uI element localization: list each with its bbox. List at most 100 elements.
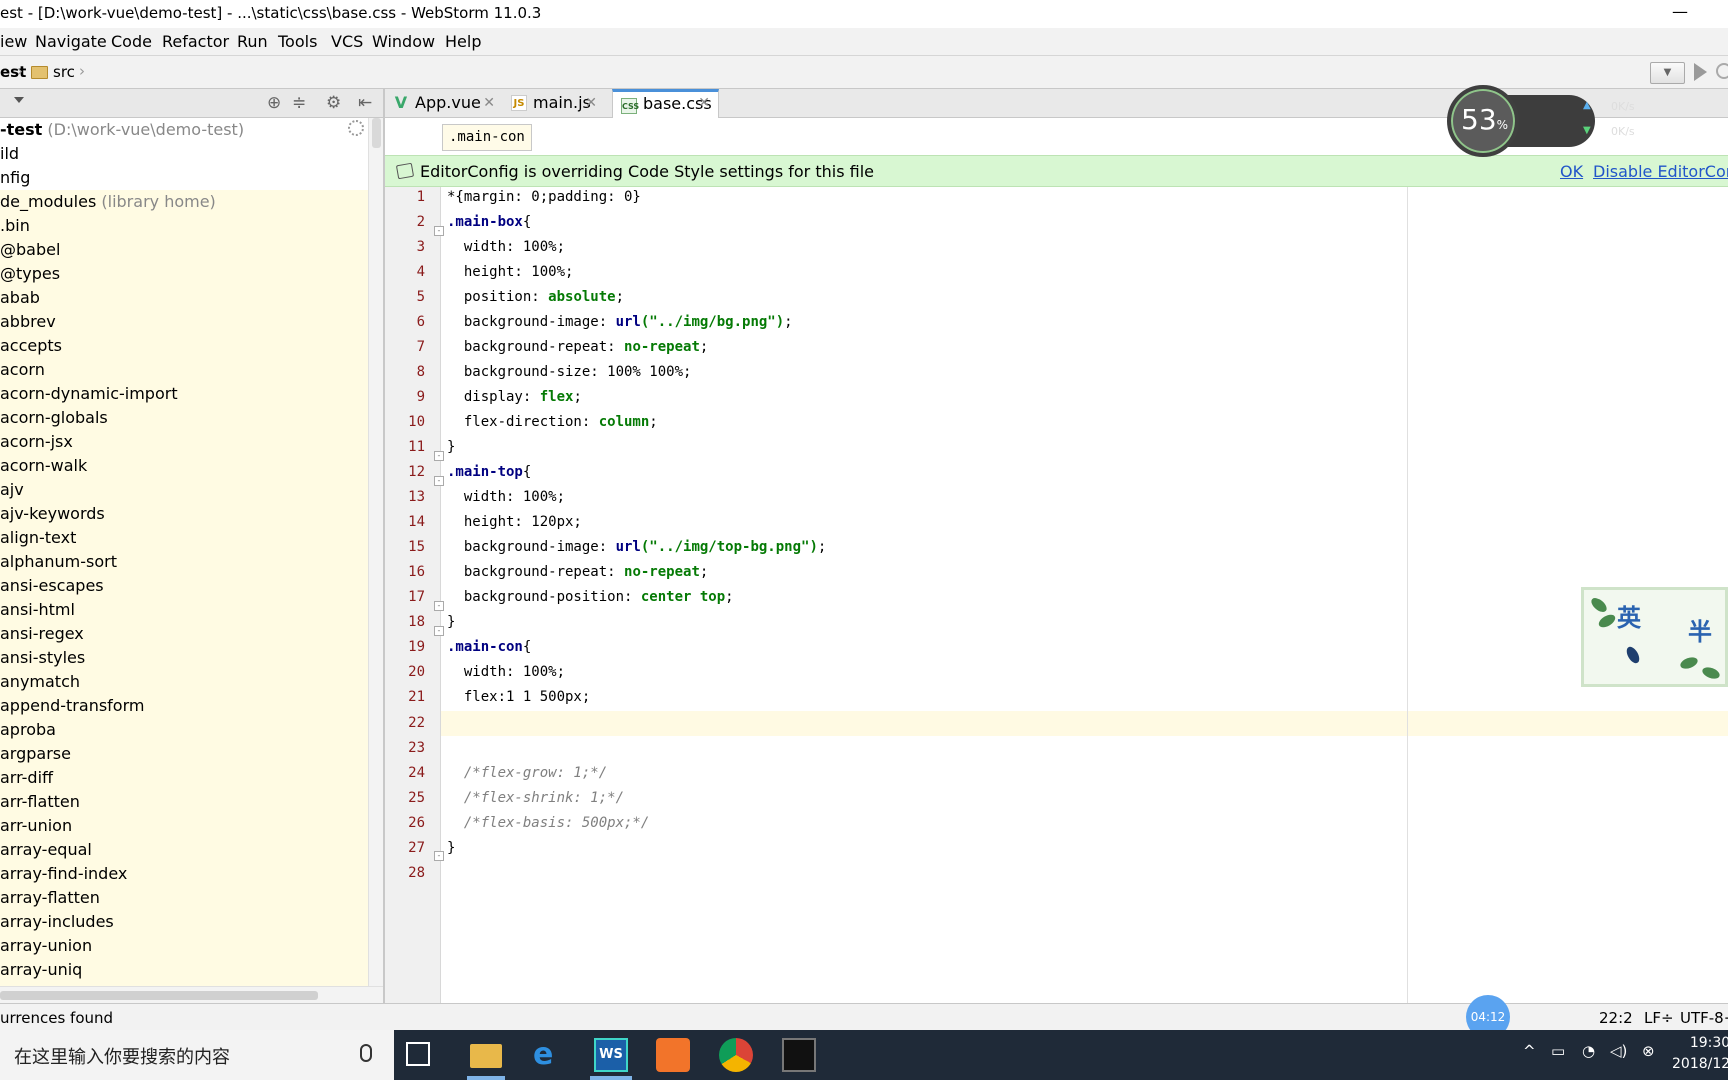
tree-item[interactable]: ansi-html	[0, 598, 368, 622]
tab-main-js[interactable]: JS main.js ✕	[503, 89, 605, 118]
debug-icon[interactable]	[1716, 63, 1728, 79]
tree-item[interactable]: acorn	[0, 358, 368, 382]
editor-breadcrumb[interactable]: .main-con	[442, 124, 532, 151]
notification-x-icon[interactable]: ⊗	[1642, 1042, 1655, 1060]
fold-marker-icon[interactable]: -	[434, 601, 444, 611]
close-icon[interactable]: ✕	[483, 89, 495, 117]
menu-code[interactable]: Code	[111, 32, 152, 51]
tree-item[interactable]: ansi-escapes	[0, 574, 368, 598]
close-icon[interactable]: ✕	[698, 92, 710, 115]
fold-marker-icon[interactable]: -	[434, 851, 444, 861]
volume-icon[interactable]: ◁)	[1610, 1042, 1627, 1060]
tree-item[interactable]: de_modules (library home)	[0, 190, 368, 214]
terminal-icon[interactable]	[782, 1038, 816, 1072]
gear-icon[interactable]: ⚙	[326, 93, 341, 113]
tab-app-vue[interactable]: V App.vue ✕	[385, 89, 503, 118]
tray-expand-icon[interactable]: ^	[1523, 1042, 1536, 1060]
tree-item[interactable]: array-uniq	[0, 958, 368, 982]
tree-item[interactable]: array-includes	[0, 910, 368, 934]
tree-item[interactable]: ajv-keywords	[0, 502, 368, 526]
ok-link[interactable]: OK	[1560, 162, 1583, 181]
tree-item[interactable]: ild	[0, 142, 368, 166]
network-speed-widget[interactable]: ▲ 0K/s ▼ 0K/s 53%	[1447, 85, 1635, 157]
tree-item[interactable]: acorn-dynamic-import	[0, 382, 368, 406]
code-line: background-repeat: no-repeat;	[447, 339, 709, 355]
wifi-icon[interactable]: ◔	[1582, 1042, 1595, 1060]
menu-help[interactable]: Help	[445, 32, 481, 51]
tree-item[interactable]: arr-flatten	[0, 790, 368, 814]
fold-marker-icon[interactable]: -	[434, 226, 444, 236]
tree-item[interactable]: append-transform	[0, 694, 368, 718]
collapse-all-icon[interactable]: ≑	[292, 93, 306, 113]
taskbar-search[interactable]: 在这里输入你要搜索的内容	[0, 1030, 394, 1080]
breadcrumb-folder[interactable]: src	[53, 63, 75, 81]
tree-vertical-scrollbar[interactable]	[368, 118, 383, 986]
tree-item[interactable]: acorn-globals	[0, 406, 368, 430]
code-text: {	[522, 214, 532, 230]
caret-position[interactable]: 22:2	[1599, 1009, 1633, 1027]
tree-item-label: acorn-dynamic-import	[0, 384, 178, 403]
tree-item[interactable]: aproba	[0, 718, 368, 742]
tree-item[interactable]: accepts	[0, 334, 368, 358]
menu-refactor[interactable]: Refactor	[162, 32, 229, 51]
microphone-icon[interactable]	[360, 1044, 372, 1062]
tree-item[interactable]: .bin	[0, 214, 368, 238]
locate-icon[interactable]: ⊕	[267, 93, 281, 113]
tree-item[interactable]: abbrev	[0, 310, 368, 334]
edge-browser-icon[interactable]: e	[533, 1038, 567, 1072]
system-clock[interactable]: 19:30 2018/12	[1672, 1033, 1728, 1075]
menu-view[interactable]: iew	[0, 32, 27, 51]
tree-item[interactable]: nfig	[0, 166, 368, 190]
tree-horizontal-scrollbar[interactable]	[0, 986, 383, 1003]
menu-tools[interactable]: Tools	[278, 32, 317, 51]
tree-root[interactable]: -test (D:\work-vue\demo-test)	[0, 118, 368, 142]
code-editor[interactable]: 1 2 3 4 5 6 7 8 9 10 11 12 13 14 15 16 1…	[385, 187, 1728, 1003]
tree-item[interactable]: alphanum-sort	[0, 550, 368, 574]
scrollbar-thumb[interactable]	[372, 118, 381, 148]
scrollbar-thumb[interactable]	[0, 991, 318, 1000]
tree-item[interactable]: @babel	[0, 238, 368, 262]
tree-item[interactable]: arr-diff	[0, 766, 368, 790]
leaf-icon	[1678, 655, 1700, 671]
menu-window[interactable]: Window	[372, 32, 435, 51]
presentation-app-icon[interactable]	[656, 1038, 690, 1072]
tree-item[interactable]: acorn-jsx	[0, 430, 368, 454]
tree-item[interactable]: arr-union	[0, 814, 368, 838]
fold-marker-icon[interactable]: -	[434, 451, 444, 461]
tree-item[interactable]: argparse	[0, 742, 368, 766]
hide-panel-icon[interactable]: ⇤	[358, 93, 372, 113]
fold-marker-icon[interactable]: -	[434, 476, 444, 486]
minimize-button[interactable]: —	[1665, 2, 1695, 21]
file-encoding[interactable]: UTF-8÷	[1680, 1009, 1728, 1027]
line-separator[interactable]: LF÷	[1644, 1009, 1674, 1027]
close-icon[interactable]: ✕	[585, 89, 597, 117]
disable-editorconfig-link[interactable]: Disable EditorConf	[1593, 162, 1728, 181]
menu-navigate[interactable]: Navigate	[35, 32, 107, 51]
tree-item[interactable]: array-equal	[0, 838, 368, 862]
battery-icon[interactable]: ▭	[1551, 1042, 1565, 1060]
fold-marker-icon[interactable]: -	[434, 626, 444, 636]
chrome-icon[interactable]	[719, 1038, 753, 1072]
tree-item[interactable]: @types	[0, 262, 368, 286]
code-text: background-image:	[447, 314, 616, 330]
task-view-icon[interactable]	[406, 1042, 430, 1066]
tree-item[interactable]: acorn-walk	[0, 454, 368, 478]
tree-item[interactable]: array-flatten	[0, 886, 368, 910]
tree-item[interactable]: ansi-regex	[0, 622, 368, 646]
file-explorer-icon[interactable]	[470, 1044, 502, 1068]
tree-item[interactable]: ajv	[0, 478, 368, 502]
webstorm-icon[interactable]: WS	[594, 1038, 628, 1072]
run-icon[interactable]	[1694, 63, 1707, 81]
tree-item[interactable]: array-union	[0, 934, 368, 958]
tab-base-css[interactable]: CSS base.css ✕	[612, 89, 719, 118]
code-text: width: 100%;	[447, 489, 566, 505]
tree-item[interactable]: array-find-index	[0, 862, 368, 886]
run-config-dropdown[interactable]: ▼	[1650, 62, 1685, 84]
tree-item[interactable]: abab	[0, 286, 368, 310]
menu-run[interactable]: Run	[237, 32, 268, 51]
view-dropdown-icon[interactable]	[14, 97, 24, 103]
tree-item[interactable]: ansi-styles	[0, 646, 368, 670]
tree-item[interactable]: align-text	[0, 526, 368, 550]
menu-vcs[interactable]: VCS	[331, 32, 363, 51]
tree-item[interactable]: anymatch	[0, 670, 368, 694]
